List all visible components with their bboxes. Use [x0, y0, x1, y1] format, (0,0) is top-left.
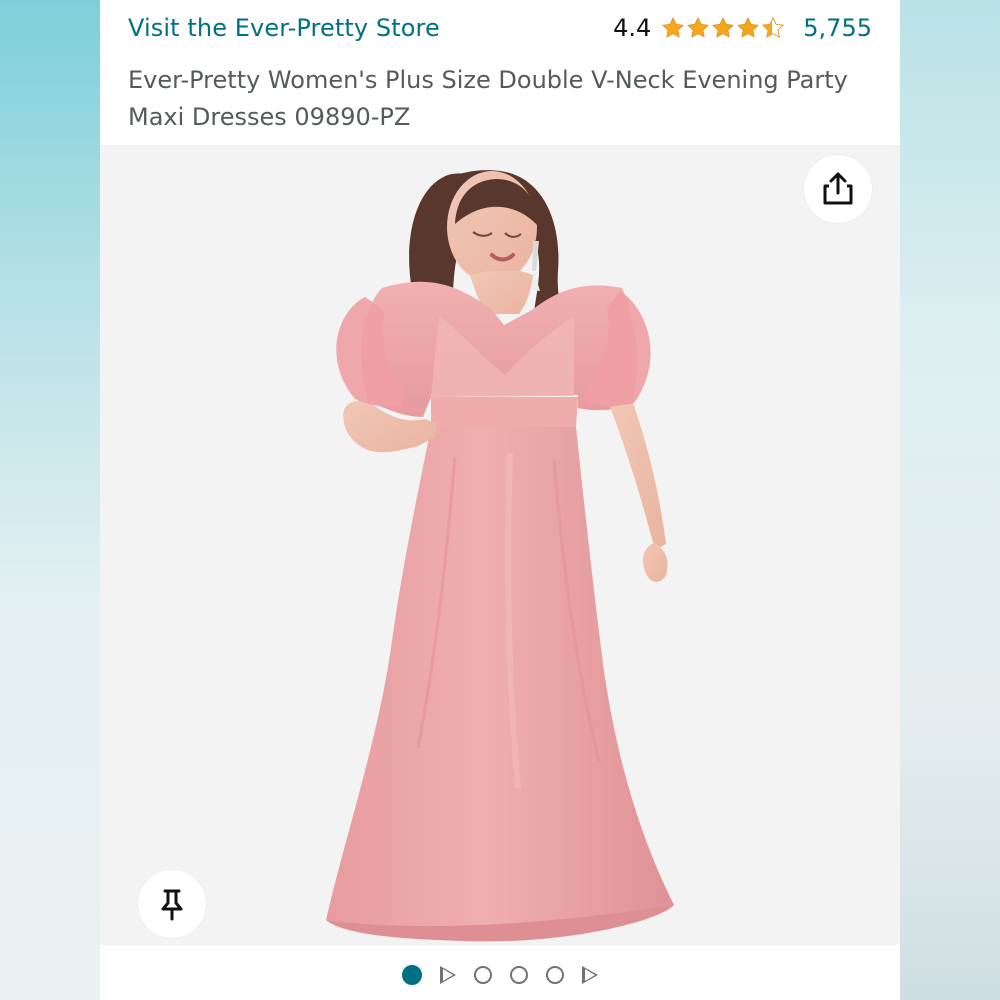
carousel-dot-3[interactable] [474, 966, 492, 984]
partial-star-icon [762, 16, 785, 38]
product-header-row: Visit the Ever-Pretty Store 4.4 5,755 [128, 8, 872, 48]
carousel-dot-1[interactable] [402, 965, 422, 985]
left-background-strip [0, 0, 100, 1000]
rating-value: 4.4 [613, 14, 652, 42]
product-image-carousel[interactable] [100, 145, 900, 945]
star-rating [661, 16, 785, 40]
right-background-strip [900, 0, 1000, 1000]
star-icon [662, 17, 685, 38]
carousel-dot-4[interactable] [510, 966, 528, 984]
share-icon [823, 172, 853, 205]
product-image [326, 170, 674, 942]
product-panel: Visit the Ever-Pretty Store 4.4 5,755 Ev… [100, 0, 900, 1000]
star-icon [737, 17, 760, 38]
pin-icon [161, 889, 183, 921]
carousel-dot-5[interactable] [546, 966, 564, 984]
star-icon [687, 17, 710, 38]
carousel-indicators [100, 955, 900, 995]
carousel-video-indicator-6[interactable] [582, 966, 598, 984]
rating-summary[interactable]: 4.4 5,755 [613, 14, 872, 42]
carousel-video-indicator-2[interactable] [440, 966, 456, 984]
pin-button[interactable] [138, 870, 206, 938]
product-title: Ever-Pretty Women's Plus Size Double V-N… [128, 66, 848, 131]
visit-store-link[interactable]: Visit the Ever-Pretty Store [128, 14, 440, 42]
review-count-link[interactable]: 5,755 [803, 14, 872, 42]
star-icon [712, 17, 735, 38]
share-button[interactable] [804, 155, 872, 223]
